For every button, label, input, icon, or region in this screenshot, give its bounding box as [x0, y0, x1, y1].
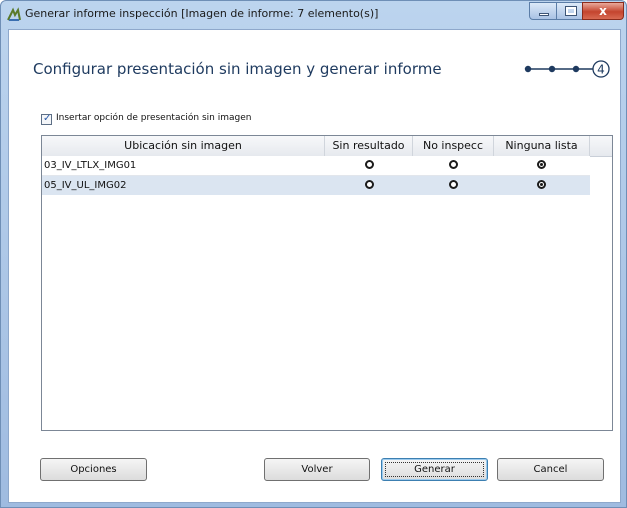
dialog-window: Generar informe inspección [Imagen de in…	[0, 0, 627, 508]
step-current-number: 4	[597, 63, 605, 77]
minimize-button[interactable]	[529, 2, 557, 20]
column-header-none-list[interactable]: Ninguna lista	[494, 136, 590, 156]
checkmark-icon: ✓	[43, 113, 52, 124]
table-row[interactable]: 05_IV_UL_IMG02	[42, 176, 590, 195]
focus-ring	[385, 462, 484, 477]
radio-no-result[interactable]	[365, 160, 374, 169]
column-header-no-result[interactable]: Sin resultado	[325, 136, 413, 156]
radio-not-inspected[interactable]	[449, 160, 458, 169]
no-image-table: Ubicación sin imagen Sin resultado No in…	[41, 135, 613, 431]
app-icon	[6, 7, 22, 23]
column-header-location[interactable]: Ubicación sin imagen	[42, 136, 325, 156]
radio-none-list[interactable]	[537, 180, 546, 189]
page-title: Configurar presentación sin imagen y gen…	[33, 60, 442, 78]
column-header-not-inspected[interactable]: No inspecc	[413, 136, 494, 156]
radio-none-list[interactable]	[537, 160, 546, 169]
table-row[interactable]: 03_IV_LTLX_IMG01	[42, 156, 590, 176]
location-cell: 05_IV_UL_IMG02	[44, 180, 127, 191]
close-button[interactable]: x	[582, 2, 624, 20]
dialog-body: Configurar presentación sin imagen y gen…	[8, 29, 621, 503]
maximize-icon	[565, 6, 577, 16]
maximize-button[interactable]	[556, 2, 583, 20]
radio-no-result[interactable]	[365, 180, 374, 189]
step-dot-1	[524, 65, 532, 73]
options-button[interactable]: Opciones	[40, 458, 147, 481]
close-icon: x	[599, 4, 607, 18]
insert-option-checkbox[interactable]: ✓	[41, 113, 52, 125]
back-button[interactable]: Volver	[264, 458, 370, 481]
insert-option-label: Insertar opción de presentación sin imag…	[56, 113, 252, 123]
title-bar[interactable]: Generar informe inspección [Imagen de in…	[1, 1, 626, 29]
minimize-icon	[539, 13, 549, 16]
column-header-filler	[590, 136, 612, 156]
step-dot-3	[572, 65, 580, 73]
radio-not-inspected[interactable]	[449, 180, 458, 189]
location-cell: 03_IV_LTLX_IMG01	[44, 160, 137, 171]
cancel-button[interactable]: Cancel	[497, 458, 604, 481]
generate-button[interactable]: Generar	[381, 458, 488, 481]
step-dot-2	[548, 65, 556, 73]
step-indicator: 4	[522, 56, 614, 86]
window-title: Generar informe inspección [Imagen de in…	[25, 7, 379, 20]
table-header: Ubicación sin imagen Sin resultado No in…	[42, 136, 612, 157]
